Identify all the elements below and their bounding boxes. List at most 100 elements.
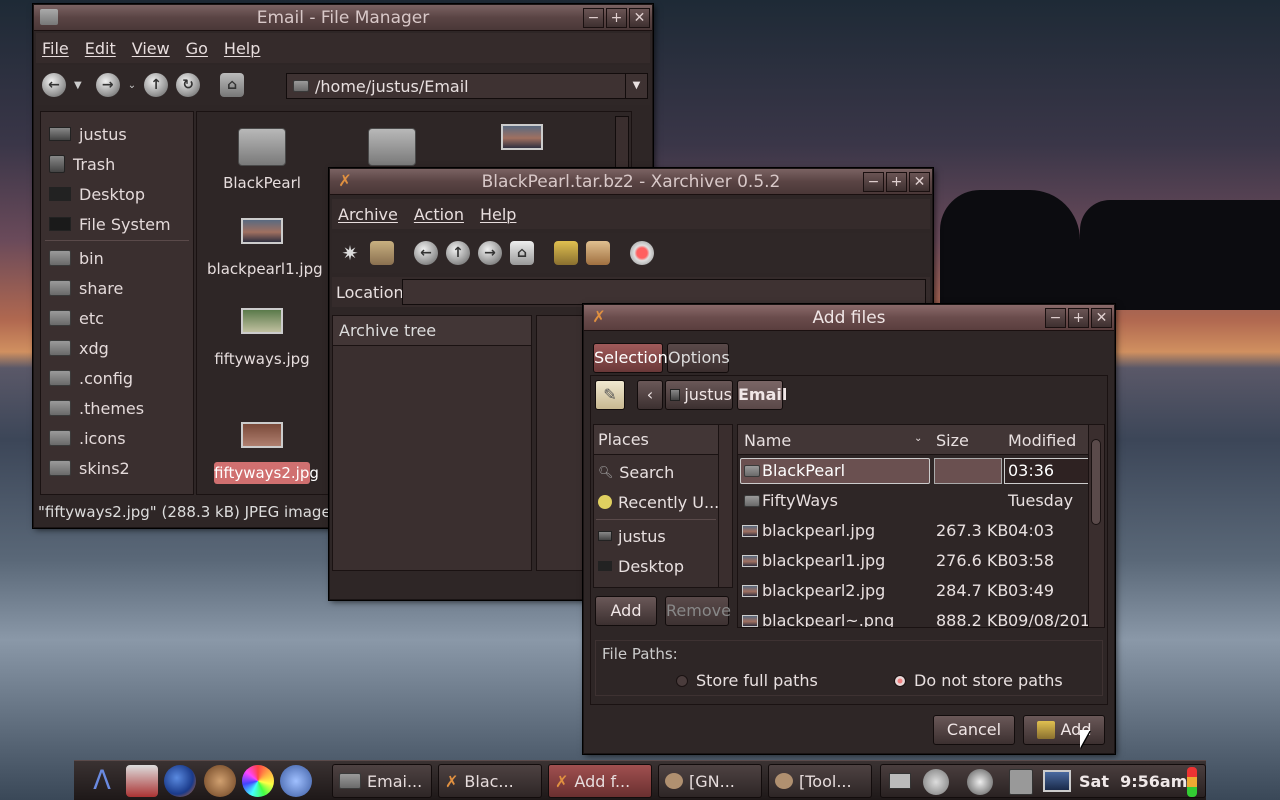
maximize-button[interactable]: + [606, 8, 627, 28]
places-item-justus[interactable]: justus [594, 521, 732, 551]
menu-action[interactable]: Action [414, 205, 464, 224]
file-item-blackpearl1[interactable]: blackpearl1.jpg [207, 218, 323, 278]
up-icon[interactable]: ↑ [144, 73, 169, 97]
file-item-fiftyways[interactable]: fiftyways.jpg [207, 308, 317, 368]
file-list-scrollbar[interactable] [1088, 425, 1104, 627]
close-button[interactable]: ✕ [629, 8, 650, 28]
forward-icon[interactable]: → [478, 241, 502, 265]
list-item[interactable]: FiftyWays Tuesday [738, 486, 1088, 516]
sidebar-item-trash[interactable]: Trash [49, 150, 115, 178]
chevron-down-icon[interactable]: ▼ [74, 80, 82, 91]
type-location-button[interactable]: ✎ [595, 380, 625, 410]
gimp-icon[interactable] [204, 765, 236, 797]
add-files-icon[interactable] [554, 241, 578, 265]
places-add-button[interactable]: Add [595, 596, 657, 626]
menu-archive[interactable]: Archive [338, 205, 398, 224]
list-item[interactable]: blackpearl~.png 888.2 KB 09/08/2010 [738, 606, 1100, 627]
file-item-folder[interactable] [337, 128, 447, 166]
app-menu-icon[interactable]: ᐱ [86, 765, 118, 797]
menu-view[interactable]: View [132, 39, 170, 58]
sidebar-item-justus[interactable]: justus [49, 120, 127, 148]
task-toolbox[interactable]: [Tool... [768, 764, 872, 798]
chevron-down-icon[interactable]: ⌄ [128, 80, 136, 91]
color-icon[interactable] [242, 765, 274, 797]
menu-help[interactable]: Help [224, 39, 260, 58]
places-item-search[interactable]: 🔍︎ Search [594, 457, 732, 487]
firefox-icon[interactable] [164, 765, 196, 797]
close-button[interactable]: ✕ [909, 172, 930, 192]
task-xarchiver[interactable]: ✗ Blac... [438, 764, 542, 798]
sidebar-item-themes[interactable]: .themes [49, 394, 144, 422]
menu-edit[interactable]: Edit [85, 39, 116, 58]
menu-file[interactable]: File [42, 39, 69, 58]
home-icon[interactable]: ⌂ [220, 73, 245, 97]
sidebar-item-desktop[interactable]: Desktop [49, 180, 145, 208]
add-button[interactable]: Add [1023, 715, 1105, 745]
sidebar-item-config[interactable]: .config [49, 364, 133, 392]
do-not-store-paths-radio[interactable]: Do not store paths [894, 671, 1063, 690]
close-button[interactable]: ✕ [1091, 308, 1112, 328]
breadcrumb-email[interactable]: Email [737, 380, 787, 410]
calculator-icon[interactable] [1009, 769, 1033, 795]
sidebar-item-bin[interactable]: bin [49, 244, 104, 272]
sidebar-item-skins2[interactable]: skins2 [49, 454, 130, 482]
places-item-recent[interactable]: Recently U... [594, 487, 732, 517]
column-name[interactable]: Name [744, 431, 791, 450]
back-icon[interactable]: ← [42, 73, 66, 97]
places-item-desktop[interactable]: Desktop [594, 551, 732, 581]
list-item[interactable]: blackpearl2.jpg 284.7 KB 03:49 [738, 576, 1088, 606]
forward-icon[interactable]: → [95, 73, 120, 97]
location-input[interactable] [402, 279, 926, 305]
clock[interactable]: Sat 9:56am [1079, 772, 1187, 791]
back-icon[interactable]: ← [414, 241, 438, 265]
task-gimp[interactable]: [GN... [658, 764, 762, 798]
minimize-button[interactable]: − [583, 8, 604, 28]
breadcrumb-justus[interactable]: justus [665, 380, 733, 410]
column-size[interactable]: Size [936, 431, 969, 450]
sidebar-item-filesystem[interactable]: File System [49, 210, 171, 238]
breadcrumb-back-button[interactable]: ‹ [637, 380, 663, 410]
scrollbar[interactable] [615, 116, 629, 172]
maximize-button[interactable]: + [886, 172, 907, 192]
reload-icon[interactable]: ↻ [176, 73, 201, 97]
sidebar-item-etc[interactable]: etc [49, 304, 104, 332]
sidebar-item-xdg[interactable]: xdg [49, 334, 109, 362]
monitor-icon[interactable] [889, 773, 911, 789]
file-item-fiftyways2[interactable]: fiftyways2.jpg [207, 422, 319, 484]
display-icon[interactable] [1043, 770, 1071, 792]
network-status-icon[interactable] [967, 769, 993, 795]
sidebar-item-icons[interactable]: .icons [49, 424, 126, 452]
places-header[interactable]: Places [594, 425, 732, 455]
xarchiver-titlebar[interactable]: ✗ BlackPearl.tar.bz2 - Xarchiver 0.5.2 −… [330, 169, 932, 195]
column-modified[interactable]: Modified [1008, 431, 1076, 450]
list-item[interactable]: blackpearl1.jpg 276.6 KB 03:58 [738, 546, 1088, 576]
new-archive-icon[interactable]: ✷ [338, 241, 362, 265]
scroll-thumb[interactable] [1091, 439, 1101, 525]
archive-tree-header[interactable]: Archive tree [333, 316, 531, 346]
menu-help[interactable]: Help [480, 205, 516, 224]
add-files-titlebar[interactable]: ✗ Add files − + ✕ [584, 305, 1114, 331]
store-full-paths-radio[interactable]: Store full paths [676, 671, 818, 690]
extract-icon[interactable] [586, 241, 610, 265]
file-manager-titlebar[interactable]: Email - File Manager − + ✕ [34, 5, 652, 31]
tab-selection[interactable]: Selection [593, 343, 668, 373]
network-icon[interactable] [280, 765, 312, 797]
maximize-button[interactable]: + [1068, 308, 1089, 328]
list-item[interactable]: BlackPearl 03:36 [738, 456, 1090, 486]
up-icon[interactable]: ↑ [446, 241, 470, 265]
places-scrollbar[interactable] [718, 425, 732, 587]
sidebar-item-share[interactable]: share [49, 274, 123, 302]
places-remove-button[interactable]: Remove [665, 596, 731, 626]
traffic-light-icon[interactable] [1187, 767, 1197, 797]
menu-go[interactable]: Go [186, 39, 208, 58]
tools-icon[interactable] [126, 765, 158, 797]
path-field[interactable]: /home/justus/Email ▼ [286, 73, 648, 99]
task-add-files[interactable]: ✗ Add f... [548, 764, 652, 798]
stop-icon[interactable] [630, 241, 654, 265]
file-item-image[interactable] [467, 124, 577, 150]
list-item[interactable]: blackpearl.jpg 267.3 KB 04:03 [738, 516, 1088, 546]
minimize-button[interactable]: − [1045, 308, 1066, 328]
dropdown-icon[interactable]: ▼ [625, 74, 647, 98]
cancel-button[interactable]: Cancel [933, 715, 1015, 745]
task-file-manager[interactable]: Emai... [332, 764, 432, 798]
